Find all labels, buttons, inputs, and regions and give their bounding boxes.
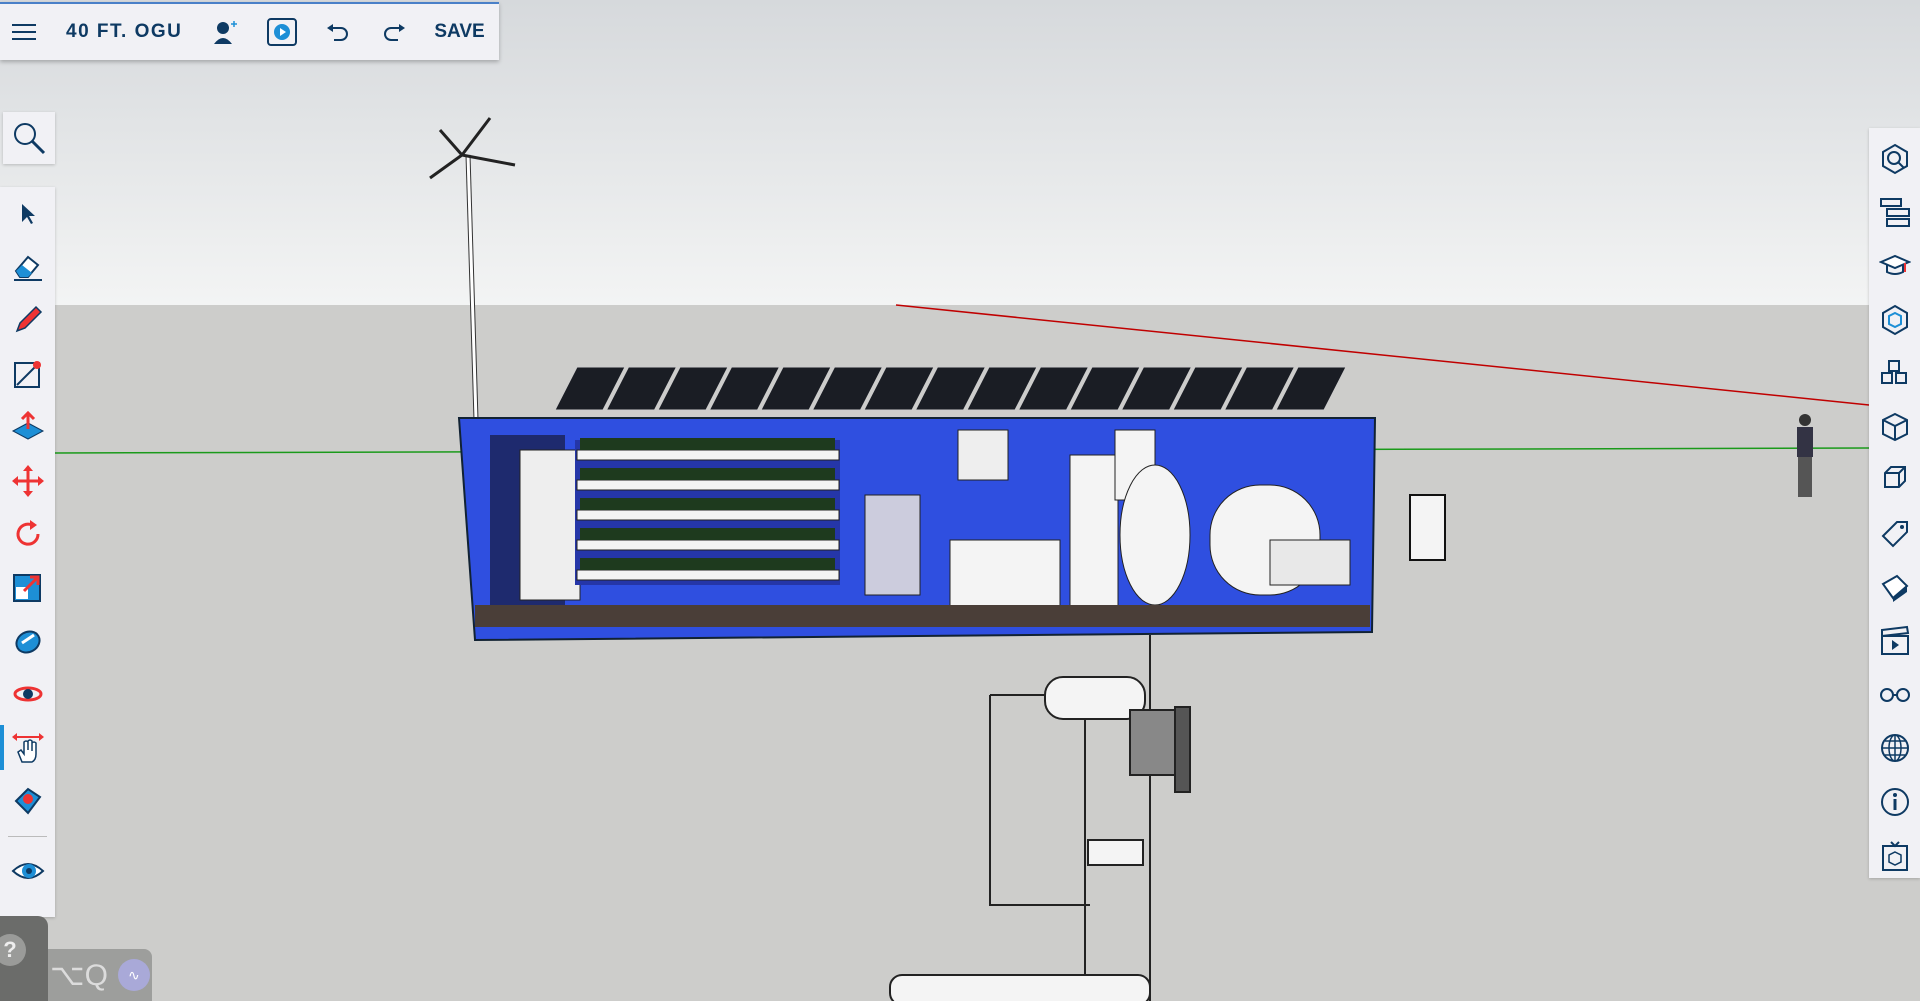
3d-warehouse-button[interactable]: [1869, 132, 1920, 186]
right-panel-toolbar: [1869, 128, 1920, 878]
outliner-button[interactable]: [1869, 186, 1920, 240]
undo-icon: [327, 24, 349, 41]
push-pull-tool[interactable]: [0, 401, 55, 454]
present-button[interactable]: [260, 10, 304, 54]
help-button[interactable]: ?: [0, 916, 48, 1001]
shortcut-widget[interactable]: ⌥Q ∿: [48, 949, 152, 1001]
orbit-icon: [13, 686, 42, 702]
rotate-tool[interactable]: [0, 507, 55, 560]
model-title[interactable]: 40 FT. OGU: [66, 21, 182, 43]
shortcut-label: ⌥Q: [50, 958, 108, 992]
plants: [580, 528, 835, 540]
arrow-cursor-icon: [21, 203, 35, 224]
extension-warehouse-button[interactable]: [1869, 829, 1920, 883]
entity-info-button[interactable]: [1869, 454, 1920, 508]
components-icon: [1881, 304, 1908, 335]
components-button[interactable]: [1869, 293, 1920, 347]
hamburger-icon: [12, 24, 36, 40]
pencil-tool[interactable]: [0, 294, 55, 347]
position-camera-icon: [14, 787, 41, 815]
paint-bucket-tool[interactable]: [0, 614, 55, 667]
tape-measure-tool[interactable]: [0, 347, 55, 400]
pencil-icon: [15, 306, 42, 333]
grow-shelf: [576, 479, 840, 491]
globe-icon: [1880, 734, 1909, 763]
left-tool-palette: [0, 187, 55, 917]
tag-icon: [1881, 520, 1908, 548]
instructor-button[interactable]: [1869, 239, 1920, 293]
plants: [580, 468, 835, 480]
info-icon: [1880, 787, 1909, 816]
push-pull-icon: [11, 411, 44, 440]
glasses-icon: [1879, 687, 1910, 702]
plants: [580, 498, 835, 510]
tape-measure-icon: [13, 360, 41, 388]
extension-box-icon: [1881, 840, 1908, 871]
wall-unit: [1409, 494, 1446, 561]
voice-wave-icon: ∿: [117, 959, 150, 991]
materials-button[interactable]: [1869, 346, 1920, 400]
display-button[interactable]: [1869, 668, 1920, 722]
search-icon: [14, 123, 46, 155]
3d-viewport[interactable]: [0, 0, 1920, 1001]
eraser-icon: [13, 255, 42, 282]
save-button[interactable]: SAVE: [434, 21, 484, 43]
grow-shelf: [576, 539, 840, 551]
redo-button[interactable]: [372, 10, 416, 54]
grow-shelf: [576, 449, 840, 461]
add-collaborator-button[interactable]: [204, 10, 248, 54]
shipping-container: [457, 417, 1377, 642]
undo-button[interactable]: [316, 10, 360, 54]
cube-icon: [1881, 412, 1908, 441]
move-tool[interactable]: [0, 454, 55, 507]
styles-icon: [1881, 574, 1908, 602]
entity-cube-icon: [1883, 466, 1906, 489]
select-tool[interactable]: [0, 187, 55, 240]
eye-icon: [11, 863, 44, 880]
grow-shelf: [576, 569, 840, 581]
move-icon: [11, 464, 44, 497]
tags-button[interactable]: [1869, 507, 1920, 561]
solid-inspector-button[interactable]: [1869, 400, 1920, 454]
paint-bucket-icon: [14, 630, 41, 654]
menu-button[interactable]: [2, 10, 46, 54]
orbit-tool[interactable]: [0, 668, 55, 721]
hand-icon: [11, 732, 44, 763]
plants: [580, 558, 835, 570]
search-button[interactable]: [3, 112, 55, 164]
walk-tool[interactable]: [0, 845, 55, 898]
divider: [8, 835, 47, 837]
warehouse-search-icon: [1881, 143, 1908, 174]
outliner-icon: [1879, 198, 1910, 228]
clapperboard-icon: [1880, 626, 1909, 656]
scenes-button[interactable]: [1869, 614, 1920, 668]
add-user-icon: [214, 21, 238, 44]
eraser-tool[interactable]: [0, 240, 55, 293]
styles-button[interactable]: [1869, 561, 1920, 615]
redo-icon: [384, 24, 406, 41]
position-camera-tool[interactable]: [0, 774, 55, 827]
shadows-button[interactable]: [1869, 722, 1920, 776]
plants: [580, 438, 835, 450]
cubes-icon: [1880, 360, 1907, 385]
top-toolbar: 40 FT. OGU SAVE: [0, 2, 499, 60]
pan-tool[interactable]: [0, 721, 55, 774]
grow-shelf: [576, 509, 840, 521]
play-icon: [267, 18, 298, 46]
model-info-button[interactable]: [1869, 775, 1920, 829]
scale-icon: [12, 574, 41, 603]
graduation-cap-icon: [1878, 254, 1911, 275]
solar-panels: [554, 366, 1347, 411]
rotate-icon: [16, 520, 40, 546]
help-icon: ?: [0, 934, 26, 966]
scale-tool[interactable]: [0, 561, 55, 614]
